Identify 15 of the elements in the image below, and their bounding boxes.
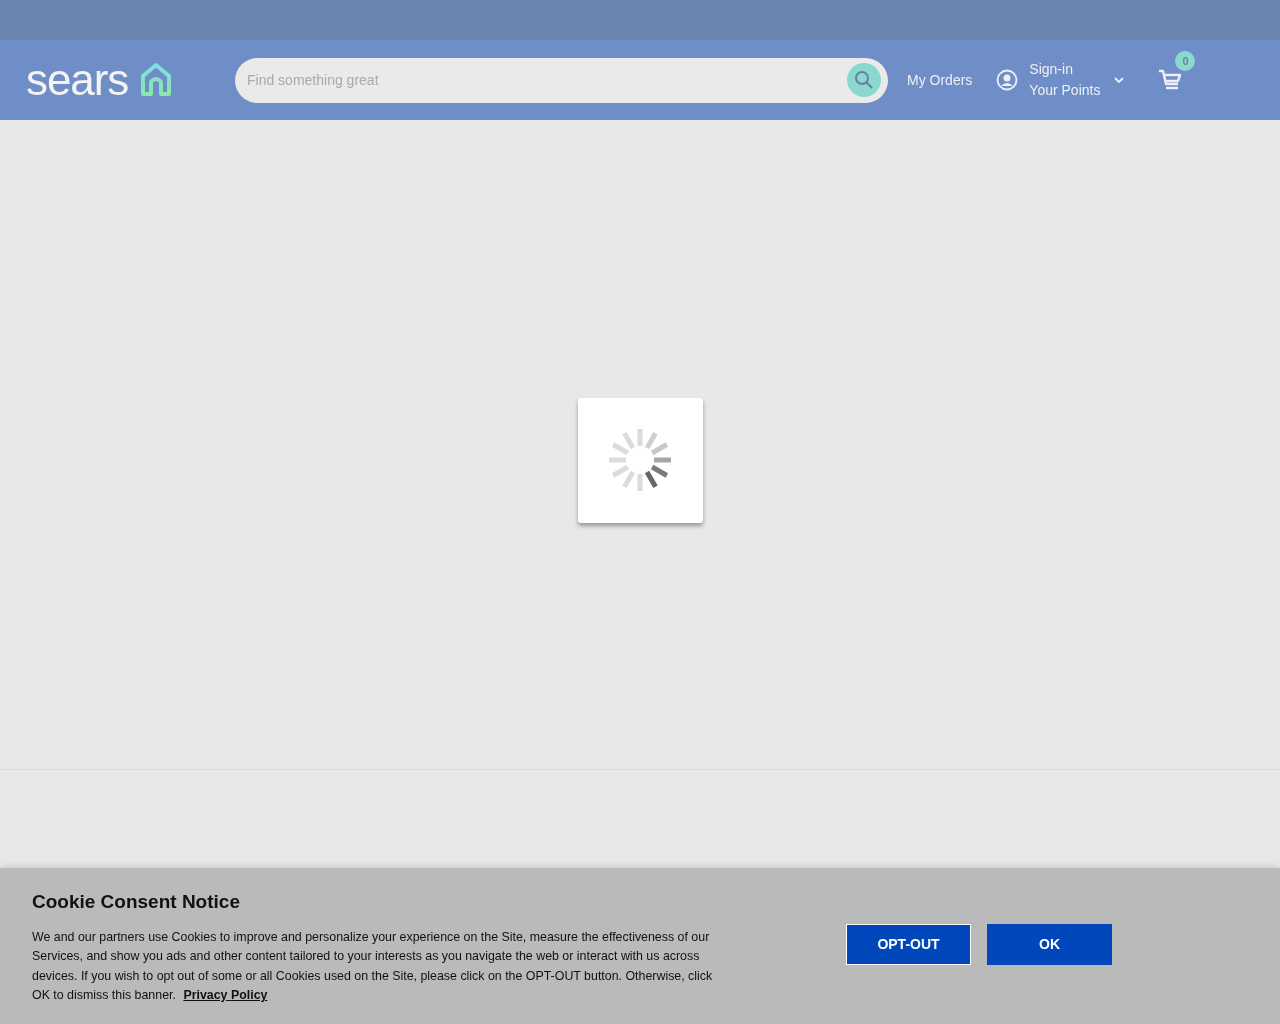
points-label: Your Points (1029, 81, 1101, 100)
opt-out-button[interactable]: OPT-OUT (846, 924, 971, 965)
cart-icon (1158, 69, 1183, 91)
user-icon (996, 69, 1019, 91)
cookie-notice-text: We and our partners use Cookies to improve and personalize your experience on the Site, measure the effectiveness of our Services, and show you ads and other content tailored to your interests as you navigate the web or interact with us across devices. If you wish to opt out of some or all Cookies used on the Site, please click on the OPT-OUT button. Otherwise, click OK to dismiss this banner. Privacy Policy (32, 928, 714, 1004)
privacy-policy-link[interactable]: Privacy Policy (183, 988, 268, 1002)
search-bar[interactable]: Find something great (235, 57, 888, 103)
ok-button[interactable]: OK (987, 924, 1112, 965)
search-button[interactable] (847, 63, 881, 97)
sign-in-label: Sign-in (1029, 60, 1073, 79)
search-field[interactable]: Find something great (247, 69, 847, 91)
cookie-notice-title: Cookie Consent Notice (32, 890, 241, 914)
search-icon (854, 70, 874, 90)
chevron-down-icon (1114, 76, 1125, 84)
cart-count-badge: 0 (1175, 51, 1196, 71)
